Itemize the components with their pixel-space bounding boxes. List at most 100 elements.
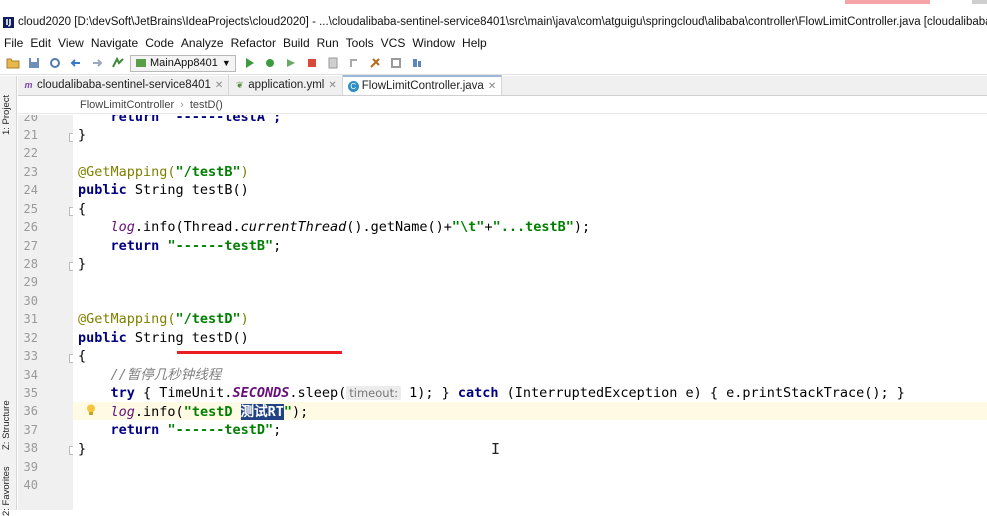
run-config-label: MainApp8401 [150,57,218,69]
code-token: ) [240,164,249,180]
close-icon[interactable]: ✕ [488,81,496,92]
selected-text[interactable]: 测试RT [240,404,284,420]
code-line-23: @GetMapping("/testB") [78,163,249,181]
code-line-36: log.info("testD 测试RT"); [78,403,308,421]
menu-run[interactable]: Run [317,36,339,50]
window-control[interactable] [972,0,987,4]
menu-window[interactable]: Window [412,36,455,50]
menu-refactor[interactable]: Refactor [231,36,276,50]
code-line-37: return "------testD"; [78,421,282,439]
line-number: 29 [23,275,38,289]
code-token: .sleep( [289,385,347,401]
breadcrumb-class[interactable]: FlowLimitController [80,99,174,111]
menu-help[interactable]: Help [462,36,487,50]
code-token: ); [573,219,591,235]
line-number: 32 [23,331,38,345]
tab-label: application.yml [248,79,325,91]
code-token: "...testB" [492,219,574,235]
code-token: } [78,256,87,272]
menu-build[interactable]: Build [283,36,310,50]
line-number: 38 [23,441,38,455]
text-cursor-icon: I [491,440,501,458]
stop-icon[interactable] [304,55,320,71]
line-number: 37 [23,423,38,437]
code-token: "/testD" [175,311,241,327]
save-icon[interactable] [26,55,42,71]
line-number: 27 [23,239,38,253]
code-token: "/testB" [175,164,241,180]
favorites-tool-tab[interactable]: 2: Favorites [1,460,16,516]
code-line-38: } [78,440,86,458]
menu-view[interactable]: View [58,36,84,50]
project-structure-icon[interactable] [388,55,404,71]
code-token: "testD [183,404,241,420]
settings-icon[interactable] [367,55,383,71]
code-token: return "------testA"; [110,115,282,125]
run-config-dropdown[interactable]: MainApp8401 ▼ [130,54,236,72]
update-icon[interactable] [325,55,341,71]
code-token: String testB() [126,182,249,198]
chevron-right-icon: › [180,99,184,111]
code-line-26: log.info(Thread.currentThread().getName(… [78,218,591,236]
tab-label: cloudalibaba-sentinel-service8401 [37,79,211,91]
sync-icon[interactable] [47,55,63,71]
code-token: return [110,422,160,438]
title-bar: IJ cloud2020 [D:\devSoft\JetBrains\IdeaP… [0,0,987,34]
run-icon[interactable] [241,55,257,71]
window-control-accent[interactable] [845,0,930,4]
line-number: 39 [23,460,38,474]
code-token: 1); } [400,385,458,401]
menu-tools[interactable]: Tools [346,36,374,50]
code-token: log [110,219,135,235]
close-icon[interactable]: ✕ [328,80,336,91]
forward-arrow-icon[interactable] [89,55,105,71]
structure-tool-tab[interactable]: Z: Structure [1,378,16,450]
code-token: ); [292,404,309,420]
code-token: + [484,219,493,235]
build-icon[interactable] [110,55,126,71]
menu-code[interactable]: Code [145,36,174,50]
code-token: @GetMapping( [78,311,176,327]
code-token: { [78,201,87,217]
back-arrow-icon[interactable] [68,55,84,71]
menu-edit[interactable]: Edit [30,36,51,50]
line-number-gutter: 20 21 22 23 24 25 26 27 28 29 30 31 32 3… [18,115,73,510]
code-line-33: { [78,347,86,365]
code-token: } [78,441,87,457]
code-token: { [78,348,87,364]
menu-file[interactable]: File [4,36,23,50]
toolbar: MainApp8401 ▼ [0,52,987,75]
line-number: 35 [23,386,38,400]
red-underline-annotation [177,351,342,354]
code-token: log [110,404,135,420]
line-number: 20 [23,115,38,124]
editor-tabs: m cloudalibaba-sentinel-service8401 ✕ ❦ … [18,75,987,96]
code-token: (InterruptedException e) { e.printStackT… [498,385,905,401]
project-tool-tab[interactable]: 1: Project [1,79,16,135]
tab-application-yml[interactable]: ❦ application.yml ✕ [229,75,343,95]
sdk-icon[interactable] [409,55,425,71]
tab-flowlimitcontroller[interactable]: C FlowLimitController.java ✕ [342,75,503,95]
tab-module[interactable]: m cloudalibaba-sentinel-service8401 ✕ [18,75,230,95]
code-line-31: @GetMapping("/testD") [78,310,249,328]
menu-navigate[interactable]: Navigate [91,36,138,50]
code-token: public [78,182,127,198]
attach-icon[interactable] [346,55,362,71]
code-token: " [283,404,292,420]
code-editor[interactable]: return "------testA"; } @GetMapping("/te… [73,115,987,510]
code-line-32: public String testD() [78,329,249,347]
code-token: { TimeUnit. [134,385,233,401]
chevron-down-icon: ▼ [221,58,231,68]
line-number: 21 [23,128,38,142]
open-folder-icon[interactable] [5,55,21,71]
menu-vcs[interactable]: VCS [381,36,406,50]
debug-icon[interactable] [262,55,278,71]
line-number: 23 [23,165,38,179]
close-icon[interactable]: ✕ [215,80,223,91]
code-token: return [110,238,160,254]
breadcrumb-method[interactable]: testD() [190,99,223,111]
menu-analyze[interactable]: Analyze [181,36,224,50]
coverage-icon[interactable] [283,55,299,71]
code-token: public [78,330,127,346]
line-number: 25 [23,202,38,216]
